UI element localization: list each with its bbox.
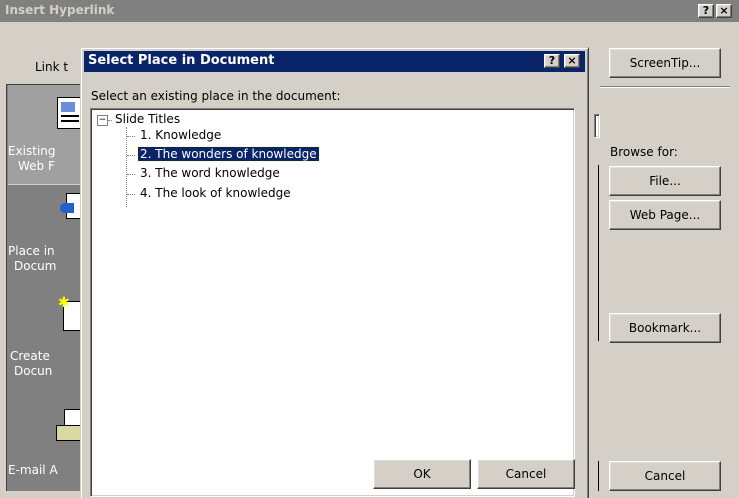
tree-branch [127, 174, 135, 175]
tree-branch [127, 136, 135, 137]
place-existing-file[interactable]: Existing Web F [8, 85, 90, 185]
tree-branch [127, 155, 135, 156]
tree-item[interactable]: 3. The word knowledge [138, 166, 282, 180]
outer-cancel-button[interactable]: Cancel [609, 461, 721, 491]
divider [600, 86, 730, 88]
browse-file-button[interactable]: File... [609, 166, 721, 196]
select-place-title: Select Place in Document [88, 53, 275, 68]
list-edge-bottom [594, 461, 599, 491]
address-field-edge[interactable] [594, 114, 600, 138]
ok-button[interactable]: OK [373, 459, 471, 489]
tree-branch [127, 194, 135, 195]
dialog-cancel-button[interactable]: Cancel [477, 459, 575, 489]
browse-for-label: Browse for: [610, 145, 678, 159]
insert-hyperlink-titlebar[interactable]: Insert Hyperlink ? × [0, 0, 739, 22]
dialog-help-button[interactable]: ? [544, 54, 560, 68]
select-place-dialog: Select Place in Document ? × Select an e… [80, 47, 589, 498]
tree-root-connector [108, 120, 112, 121]
place-create-label-1: Create [10, 349, 50, 363]
dialog-close-button[interactable]: × [564, 54, 580, 68]
places-bar: Existing Web F Place in Docum ✱ Create D… [6, 84, 91, 491]
list-edge [594, 165, 599, 341]
place-in-doc-label-2: Docum [14, 259, 57, 273]
bookmark-button[interactable]: Bookmark... [609, 313, 721, 343]
tree-item[interactable]: 4. The look of knowledge [138, 186, 293, 200]
insert-hyperlink-title: Insert Hyperlink [5, 3, 115, 17]
place-in-doc-label-1: Place in [8, 244, 55, 258]
place-create-label-2: Docun [14, 364, 53, 378]
place-create-new[interactable]: ✱ Create Docun [8, 285, 90, 385]
place-existing-label-1: Existing [8, 144, 56, 158]
place-in-document[interactable]: Place in Docum [8, 185, 90, 285]
link-to-label: Link t [35, 60, 69, 74]
instruction-label: Select an existing place in the document… [91, 89, 341, 103]
close-button[interactable]: × [716, 4, 732, 18]
browse-web-page-button[interactable]: Web Page... [609, 200, 721, 230]
select-place-titlebar[interactable]: Select Place in Document ? × [84, 51, 585, 72]
tree-item[interactable]: 1. Knowledge [138, 128, 223, 142]
place-tree-view[interactable]: − Slide Titles 1. Knowledge 2. The wonde… [90, 108, 575, 497]
tree-root-label[interactable]: Slide Titles [115, 112, 180, 126]
place-email[interactable]: E-mail A [8, 395, 90, 491]
screentip-button[interactable]: ScreenTip... [609, 48, 721, 78]
place-email-label: E-mail A [8, 463, 58, 477]
help-button[interactable]: ? [698, 4, 714, 18]
tree-vertical-line [126, 127, 127, 207]
place-existing-label-2: Web F [18, 159, 55, 173]
tree-item-selected[interactable]: 2. The wonders of knowledge [137, 146, 320, 162]
tree-root-expander[interactable]: − [97, 115, 108, 126]
